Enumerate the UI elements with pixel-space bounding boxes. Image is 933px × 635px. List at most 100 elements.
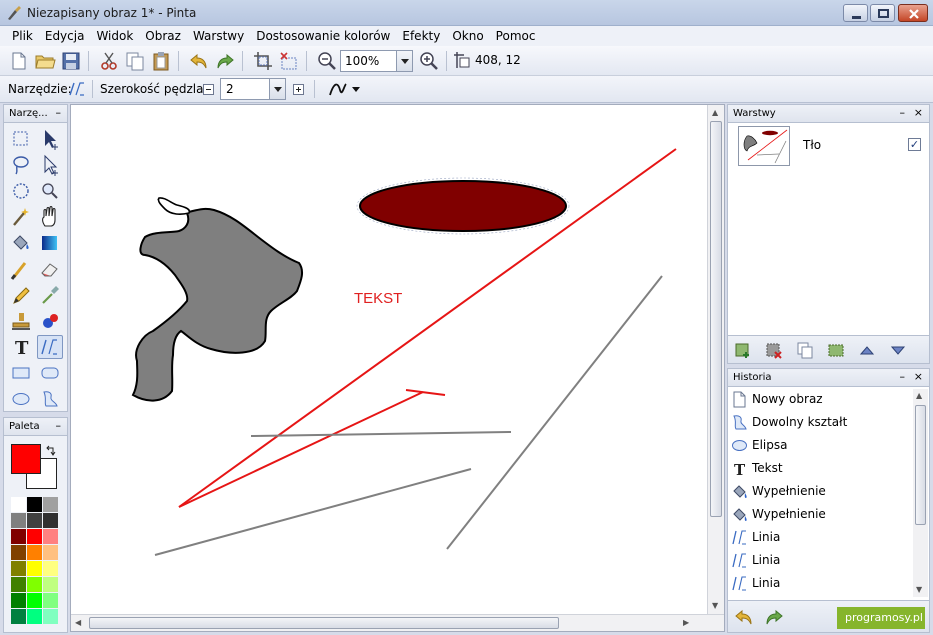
palette-swatch[interactable]	[27, 497, 42, 512]
pan-tool-icon[interactable]	[37, 205, 63, 229]
scroll-up-icon[interactable]: ▲	[916, 391, 922, 400]
freeform-shape-tool-icon[interactable]	[37, 387, 63, 411]
paint-bucket-tool-icon[interactable]	[8, 231, 34, 255]
zoom-out-icon[interactable]	[316, 50, 338, 72]
vertical-scroll-thumb[interactable]	[710, 121, 722, 517]
palette-swatch[interactable]	[43, 497, 58, 512]
save-icon[interactable]	[60, 50, 82, 72]
menu-obraz[interactable]: Obraz	[139, 29, 187, 43]
zoom-in-icon[interactable]	[418, 50, 440, 72]
history-item[interactable]: Elipsa	[728, 434, 914, 457]
palette-swatch[interactable]	[27, 545, 42, 560]
palette-swatch[interactable]	[27, 529, 42, 544]
palette-swatch[interactable]	[11, 609, 26, 624]
history-item[interactable]: Linia	[728, 549, 914, 572]
merge-layer-down-icon[interactable]	[827, 341, 845, 359]
palette-swatch[interactable]	[43, 593, 58, 608]
history-item[interactable]: Wypełnienie	[728, 480, 914, 503]
history-scroll-thumb[interactable]	[915, 405, 926, 525]
color-picker-tool-icon[interactable]	[37, 283, 63, 307]
palette-swatch[interactable]	[27, 561, 42, 576]
history-item[interactable]: T Tekst	[728, 457, 914, 480]
palette-swatch[interactable]	[43, 513, 58, 528]
menu-plik[interactable]: Plik	[6, 29, 39, 43]
menu-warstwy[interactable]: Warstwy	[187, 29, 250, 43]
move-layer-down-icon[interactable]	[889, 341, 907, 359]
history-scrollbar[interactable]: ▲ ▼	[913, 389, 928, 597]
open-folder-icon[interactable]	[34, 50, 56, 72]
panel-close-icon[interactable]: ×	[914, 106, 923, 119]
palette-swatch[interactable]	[27, 577, 42, 592]
menu-widok[interactable]: Widok	[90, 29, 139, 43]
pencil-tool-icon[interactable]	[8, 283, 34, 307]
palette-swatch[interactable]	[43, 529, 58, 544]
history-item[interactable]: Dowolny kształt	[728, 411, 914, 434]
scroll-left-icon[interactable]: ◀	[75, 618, 81, 627]
palette-swatch[interactable]	[11, 545, 26, 560]
redo-icon[interactable]	[214, 50, 236, 72]
rectangle-select-tool-icon[interactable]	[8, 127, 34, 151]
move-layer-up-icon[interactable]	[858, 341, 876, 359]
canvas-vertical-scrollbar[interactable]: ▲ ▼	[707, 105, 724, 615]
copy-icon[interactable]	[124, 50, 146, 72]
menu-edycja[interactable]: Edycja	[39, 29, 91, 43]
layer-visibility-checkbox[interactable]: ✓	[908, 138, 921, 151]
panel-minimize-icon[interactable]: –	[900, 106, 906, 119]
ellipse-tool-icon[interactable]	[8, 387, 34, 411]
paste-icon[interactable]	[150, 50, 172, 72]
duplicate-layer-icon[interactable]	[796, 341, 814, 359]
layer-row[interactable]: Tło ✓	[730, 125, 927, 169]
paintbrush-tool-icon[interactable]	[8, 257, 34, 281]
palette-swatch[interactable]	[11, 497, 26, 512]
menu-efekty[interactable]: Efekty	[396, 29, 446, 43]
menu-dostosowanie-kolorow[interactable]: Dostosowanie kolorów	[250, 29, 396, 43]
scroll-down-icon[interactable]: ▼	[712, 601, 718, 610]
history-item[interactable]: Linia	[728, 572, 914, 595]
gradient-tool-icon[interactable]	[37, 231, 63, 255]
palette-swatch[interactable]	[11, 593, 26, 608]
palette-swatch[interactable]	[43, 609, 58, 624]
text-tool-icon[interactable]: T	[8, 335, 34, 359]
rounded-rectangle-tool-icon[interactable]	[37, 361, 63, 385]
line-style-icon[interactable]	[328, 82, 362, 98]
palette-swatch[interactable]	[43, 561, 58, 576]
redo-icon[interactable]	[764, 607, 784, 627]
deselect-icon[interactable]	[278, 50, 300, 72]
panel-minimize-icon[interactable]: –	[56, 106, 62, 119]
history-item[interactable]: Linia	[728, 526, 914, 549]
undo-icon[interactable]	[188, 50, 210, 72]
palette-swatch[interactable]	[11, 513, 26, 528]
menu-pomoc[interactable]: Pomoc	[490, 29, 542, 43]
cut-icon[interactable]	[98, 50, 120, 72]
rectangle-tool-icon[interactable]	[8, 361, 34, 385]
line-curve-tool-button[interactable]	[37, 335, 63, 359]
zoom-tool-icon[interactable]	[37, 179, 63, 203]
move-selected-tool-icon[interactable]	[37, 127, 63, 151]
brush-width-combo[interactable]: 2	[220, 78, 286, 100]
zoom-dropdown-arrow[interactable]	[396, 51, 412, 71]
new-file-icon[interactable]	[8, 50, 30, 72]
horizontal-scroll-thumb[interactable]	[89, 617, 559, 629]
recolor-tool-icon[interactable]	[37, 309, 63, 333]
crop-to-selection-icon[interactable]	[252, 50, 274, 72]
move-selection-tool-icon[interactable]	[37, 153, 63, 177]
zoom-combo[interactable]: 100%	[340, 50, 413, 72]
lasso-select-tool-icon[interactable]	[8, 153, 34, 177]
decrease-width-button[interactable]	[203, 84, 214, 95]
palette-swatch[interactable]	[27, 593, 42, 608]
scroll-right-icon[interactable]: ▶	[683, 618, 689, 627]
panel-close-icon[interactable]: ×	[914, 370, 923, 383]
increase-width-button[interactable]	[293, 84, 304, 95]
palette-swatch[interactable]	[43, 545, 58, 560]
maximize-button[interactable]	[870, 4, 895, 22]
history-item[interactable]: Nowy obraz	[728, 388, 914, 411]
menu-okno[interactable]: Okno	[446, 29, 489, 43]
scroll-down-icon[interactable]: ▼	[916, 585, 922, 594]
palette-swatch[interactable]	[43, 577, 58, 592]
delete-layer-icon[interactable]	[765, 341, 783, 359]
panel-minimize-icon[interactable]: –	[56, 419, 62, 432]
palette-swatch[interactable]	[27, 609, 42, 624]
scroll-up-icon[interactable]: ▲	[712, 108, 718, 117]
palette-swatch[interactable]	[11, 529, 26, 544]
palette-swatch[interactable]	[11, 561, 26, 576]
